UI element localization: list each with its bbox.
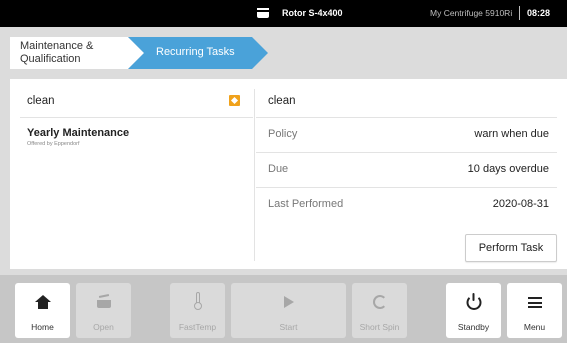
- details-title: clean: [268, 95, 296, 107]
- button-label: Menu: [523, 322, 546, 332]
- menu-icon: [527, 297, 542, 308]
- detail-label: Policy: [268, 128, 298, 140]
- task-status-icon[interactable]: [229, 95, 240, 106]
- breadcrumb-label: Maintenance & Qualification: [20, 40, 94, 65]
- perform-task-button[interactable]: Perform Task: [465, 234, 557, 262]
- play-icon: [283, 296, 294, 308]
- detail-row-policy: Policy warn when due: [256, 117, 557, 152]
- task-group-title: clean: [27, 95, 55, 107]
- status-bar: Rotor S-4x400 My Centrifuge 5910Ri 08:28: [0, 0, 567, 27]
- thermometer-icon: [193, 292, 202, 310]
- breadcrumb: Maintenance & Qualification Recurring Ta…: [0, 27, 567, 74]
- open-button[interactable]: Open: [76, 283, 131, 338]
- power-icon: [466, 293, 481, 310]
- detail-value: 2020-08-31: [492, 198, 549, 210]
- button-label: Short Spin: [359, 322, 400, 332]
- button-label: Home: [31, 322, 54, 332]
- divider: [20, 117, 253, 118]
- centrifuge-icon: [257, 8, 269, 18]
- fasttemp-button[interactable]: FastTemp: [170, 283, 225, 338]
- detail-value: warn when due: [474, 128, 549, 140]
- breadcrumb-label: Recurring Tasks: [156, 46, 235, 58]
- task-list: clean Yearly Maintenance Offered by Eppe…: [10, 79, 253, 269]
- list-item-subtitle: Offered by Eppendorf: [27, 141, 80, 147]
- column-divider: [254, 89, 255, 261]
- clock: 08:28: [527, 8, 551, 18]
- button-label: Open: [93, 322, 114, 332]
- list-item-title: Yearly Maintenance: [27, 127, 130, 139]
- standby-button[interactable]: Standby: [446, 283, 501, 338]
- short-spin-button[interactable]: Short Spin: [352, 283, 407, 338]
- detail-row-due: Due 10 days overdue: [256, 152, 557, 187]
- detail-value: 10 days overdue: [467, 163, 549, 175]
- button-label: FastTemp: [178, 322, 217, 332]
- short-spin-icon: [372, 295, 387, 309]
- rotor-label: Rotor S-4x400: [282, 8, 343, 18]
- status-separator: [519, 6, 520, 20]
- start-button[interactable]: Start: [231, 283, 346, 338]
- detail-label: Due: [268, 163, 289, 175]
- bottom-toolbar: Home Open FastTemp Start Short Spin Stan…: [0, 275, 567, 343]
- breadcrumb-recurring-tasks[interactable]: Recurring Tasks: [128, 37, 268, 69]
- detail-row-last-performed: Last Performed 2020-08-31: [256, 187, 557, 222]
- button-label: Standby: [457, 322, 490, 332]
- main-panel: clean Yearly Maintenance Offered by Eppe…: [10, 79, 567, 269]
- lid-open-icon: [96, 293, 111, 308]
- task-details: clean Policy warn when due Due 10 days o…: [256, 79, 567, 269]
- breadcrumb-maintenance-qualification[interactable]: Maintenance & Qualification: [10, 37, 144, 69]
- device-name: My Centrifuge 5910Ri: [430, 8, 513, 18]
- home-icon: [34, 295, 51, 309]
- home-button[interactable]: Home: [15, 283, 70, 338]
- menu-button[interactable]: Menu: [507, 283, 562, 338]
- button-label: Start: [279, 322, 298, 332]
- detail-label: Last Performed: [268, 198, 344, 210]
